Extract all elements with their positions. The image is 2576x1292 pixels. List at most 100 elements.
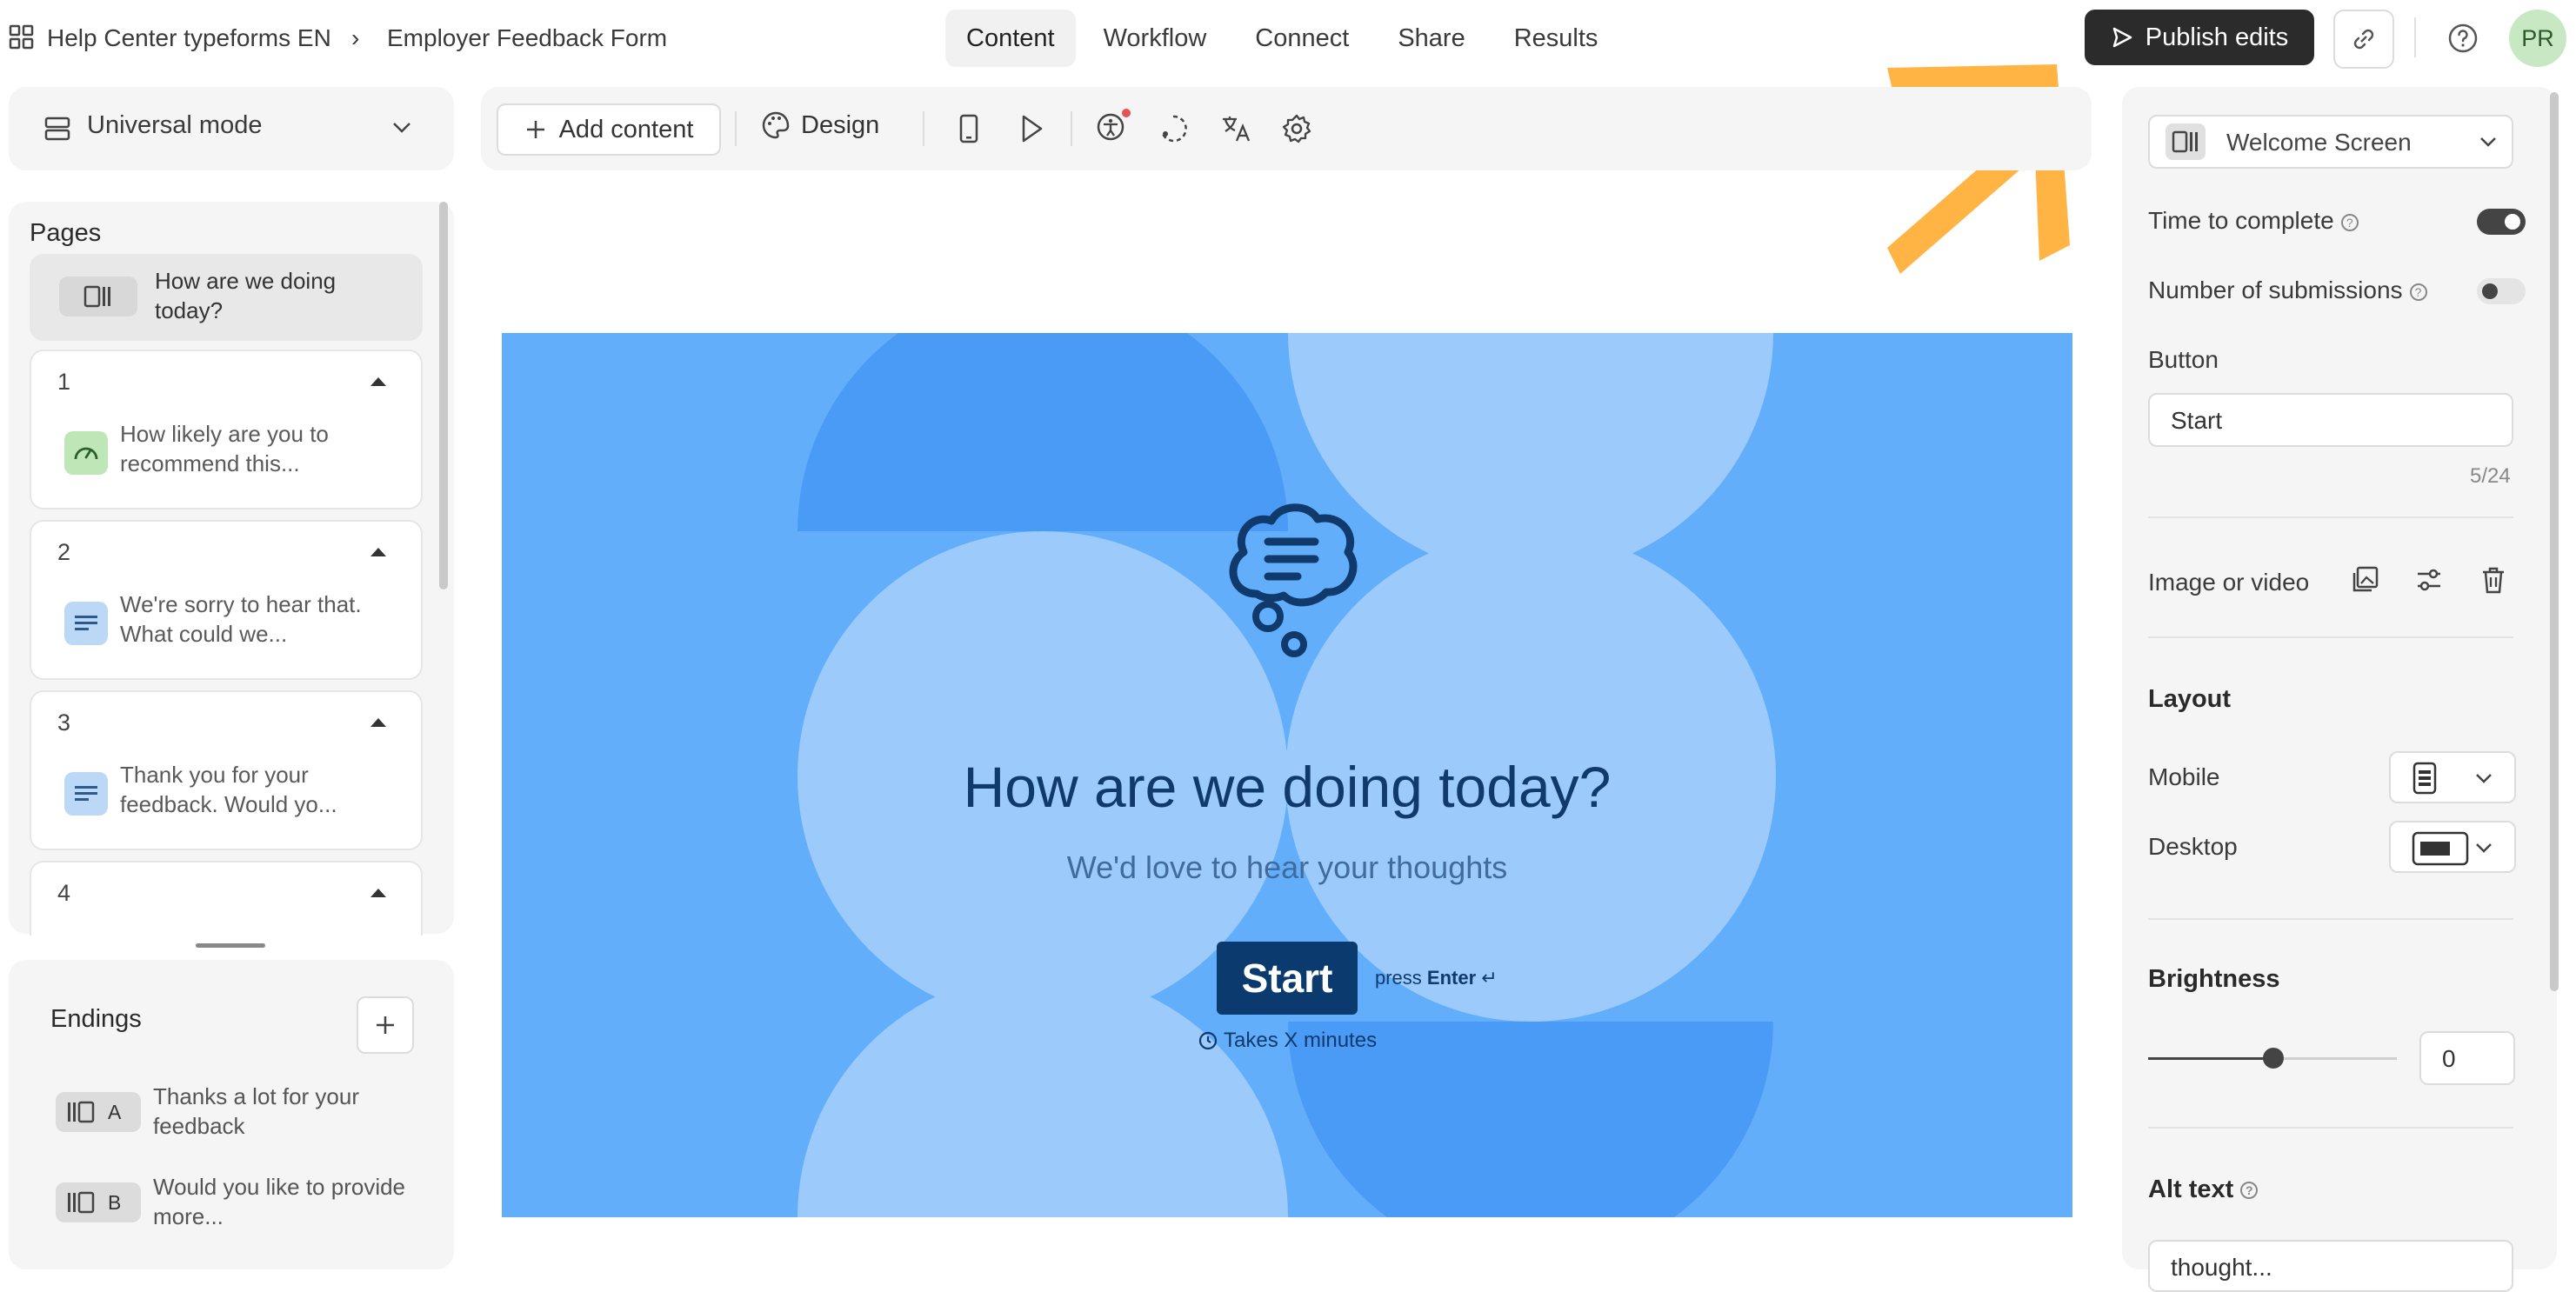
image-gallery-icon[interactable] [2350, 565, 2379, 595]
copy-link-button[interactable] [2333, 10, 2394, 69]
add-ending-button[interactable] [357, 996, 414, 1054]
desktop-layout-select[interactable] [2389, 821, 2516, 873]
breadcrumb-form-name[interactable]: Employer Feedback Form [387, 21, 667, 56]
panel-resize-handle[interactable] [196, 943, 265, 948]
button-label: Button [2148, 346, 2219, 373]
mode-label: Universal mode [87, 111, 263, 139]
endings-panel: Endings A Thanks a lot for your feedback… [9, 960, 454, 1269]
section-divider [2148, 1127, 2513, 1129]
palette-icon [762, 111, 790, 139]
alt-text-row: Alt text? [2148, 1175, 2259, 1204]
welcome-screen-icon [59, 276, 137, 316]
page-number: 1 [57, 369, 71, 395]
ending-item-a[interactable]: A Thanks a lot for your feedback [30, 1082, 430, 1151]
ending-label: Would you like to provide more... [153, 1174, 406, 1229]
ending-item-b[interactable]: B Would you like to provide more... [30, 1172, 430, 1242]
section-divider [2148, 516, 2513, 518]
brightness-slider-fill [2148, 1057, 2272, 1060]
page-number: 3 [57, 709, 71, 736]
brightness-slider-handle[interactable] [2263, 1048, 2284, 1069]
alt-text-input[interactable]: thought... [2148, 1240, 2513, 1292]
design-button[interactable]: Design [761, 110, 879, 140]
brightness-input[interactable]: 0 [2419, 1031, 2515, 1085]
tab-results[interactable]: Results [1493, 10, 1619, 67]
gauge-icon [64, 431, 108, 475]
page-item-4[interactable]: 4 [30, 861, 423, 936]
settings-gear-icon[interactable] [1281, 113, 1312, 144]
section-divider [2148, 918, 2513, 920]
tab-connect[interactable]: Connect [1234, 10, 1370, 67]
page-welcome-label: How are we doing today? [155, 268, 337, 323]
press-enter-hint: press Enter ↵ [1375, 967, 1498, 989]
brightness-slider-track[interactable] [2148, 1048, 2397, 1069]
collapse-caret-icon[interactable] [370, 889, 386, 897]
mode-select[interactable]: Universal mode [9, 87, 454, 170]
apps-grid-icon[interactable] [9, 24, 35, 50]
design-label: Design [801, 110, 880, 139]
desktop-layout-label: Desktop [2148, 833, 2238, 860]
layout-icon [44, 117, 70, 141]
number-of-submissions-toggle[interactable] [2477, 278, 2526, 304]
header-divider [2414, 17, 2416, 57]
tab-workflow[interactable]: Workflow [1083, 10, 1228, 67]
mobile-preview-icon[interactable] [956, 113, 982, 144]
toolbar-divider [923, 111, 924, 146]
sliders-icon[interactable] [2414, 565, 2444, 595]
pages-title: Pages [30, 219, 102, 247]
add-content-button[interactable]: Add content [497, 103, 721, 156]
main-nav-tabs: Content Workflow Connect Share Results [945, 10, 1625, 67]
ending-letter: B [108, 1190, 122, 1214]
properties-scrollbar[interactable] [2550, 92, 2559, 991]
button-text-input[interactable]: Start [2148, 393, 2513, 447]
form-preview-canvas: How are we doing today? We'd love to hea… [502, 333, 2072, 1217]
logic-icon[interactable] [1158, 113, 1189, 144]
page-item-label: How likely are you to recommend this... [120, 421, 329, 476]
page-welcome[interactable]: How are we doing today? [30, 254, 423, 341]
accessibility-icon[interactable] [1095, 106, 1133, 144]
trash-icon[interactable] [2479, 565, 2508, 595]
enter-return-icon: ↵ [1481, 967, 1498, 989]
tab-content[interactable]: Content [945, 10, 1076, 67]
start-button[interactable]: Start [1217, 942, 1358, 1015]
welcome-title: How are we doing today? [963, 755, 1612, 819]
chevron-down-icon [2476, 774, 2492, 783]
breadcrumb-workspace[interactable]: Help Center typeforms EN [47, 21, 331, 56]
time-to-complete-toggle[interactable] [2477, 209, 2526, 235]
page-item-1[interactable]: 1 How likely are you to recommend this..… [30, 350, 423, 509]
info-icon[interactable]: ? [2240, 1182, 2259, 1200]
toolbar-divider [735, 111, 737, 146]
plus-icon [377, 1016, 394, 1034]
translate-icon[interactable] [1220, 113, 1251, 144]
pages-panel: Pages How are we doing today? 1 How like… [9, 202, 454, 936]
chevron-down-icon [2480, 137, 2496, 147]
avatar[interactable]: PR [2509, 10, 2566, 67]
help-icon[interactable] [2447, 23, 2479, 54]
send-icon [2112, 27, 2132, 48]
ending-screen-icon [68, 1191, 95, 1214]
collapse-caret-icon[interactable] [370, 548, 386, 556]
collapse-caret-icon[interactable] [370, 718, 386, 727]
pages-scrollbar[interactable] [439, 202, 448, 589]
char-count: 5/24 [2470, 464, 2511, 488]
alt-text-value: thought... [2171, 1254, 2272, 1281]
brightness-heading: Brightness [2148, 965, 2280, 993]
info-icon[interactable]: ? [2409, 283, 2427, 301]
breadcrumb-separator: › [351, 24, 360, 51]
alt-text-heading: Alt text [2148, 1175, 2234, 1203]
top-bar: Help Center typeforms EN › Employer Feed… [0, 0, 2576, 77]
time-to-complete-row: Time to complete? [2148, 207, 2359, 235]
properties-panel: Welcome Screen Time to complete? Number … [2122, 87, 2557, 1292]
page-item-2[interactable]: 2 We're sorry to hear that. What could w… [30, 520, 423, 680]
toolbar-divider [1071, 111, 1072, 146]
mobile-layout-select[interactable] [2389, 751, 2516, 803]
tab-share[interactable]: Share [1377, 10, 1485, 67]
page-item-3[interactable]: 3 Thank you for your feedback. Would yo.… [30, 690, 423, 850]
enter-label: Enter [1426, 967, 1477, 989]
screen-type-select[interactable]: Welcome Screen [2148, 115, 2513, 169]
info-icon[interactable]: ? [2340, 213, 2359, 231]
plus-icon [526, 121, 544, 138]
collapse-caret-icon[interactable] [370, 377, 386, 386]
publish-edits-button[interactable]: Publish edits [2085, 10, 2314, 65]
play-preview-icon[interactable] [1017, 113, 1046, 144]
ending-b-chip: B [56, 1182, 141, 1222]
